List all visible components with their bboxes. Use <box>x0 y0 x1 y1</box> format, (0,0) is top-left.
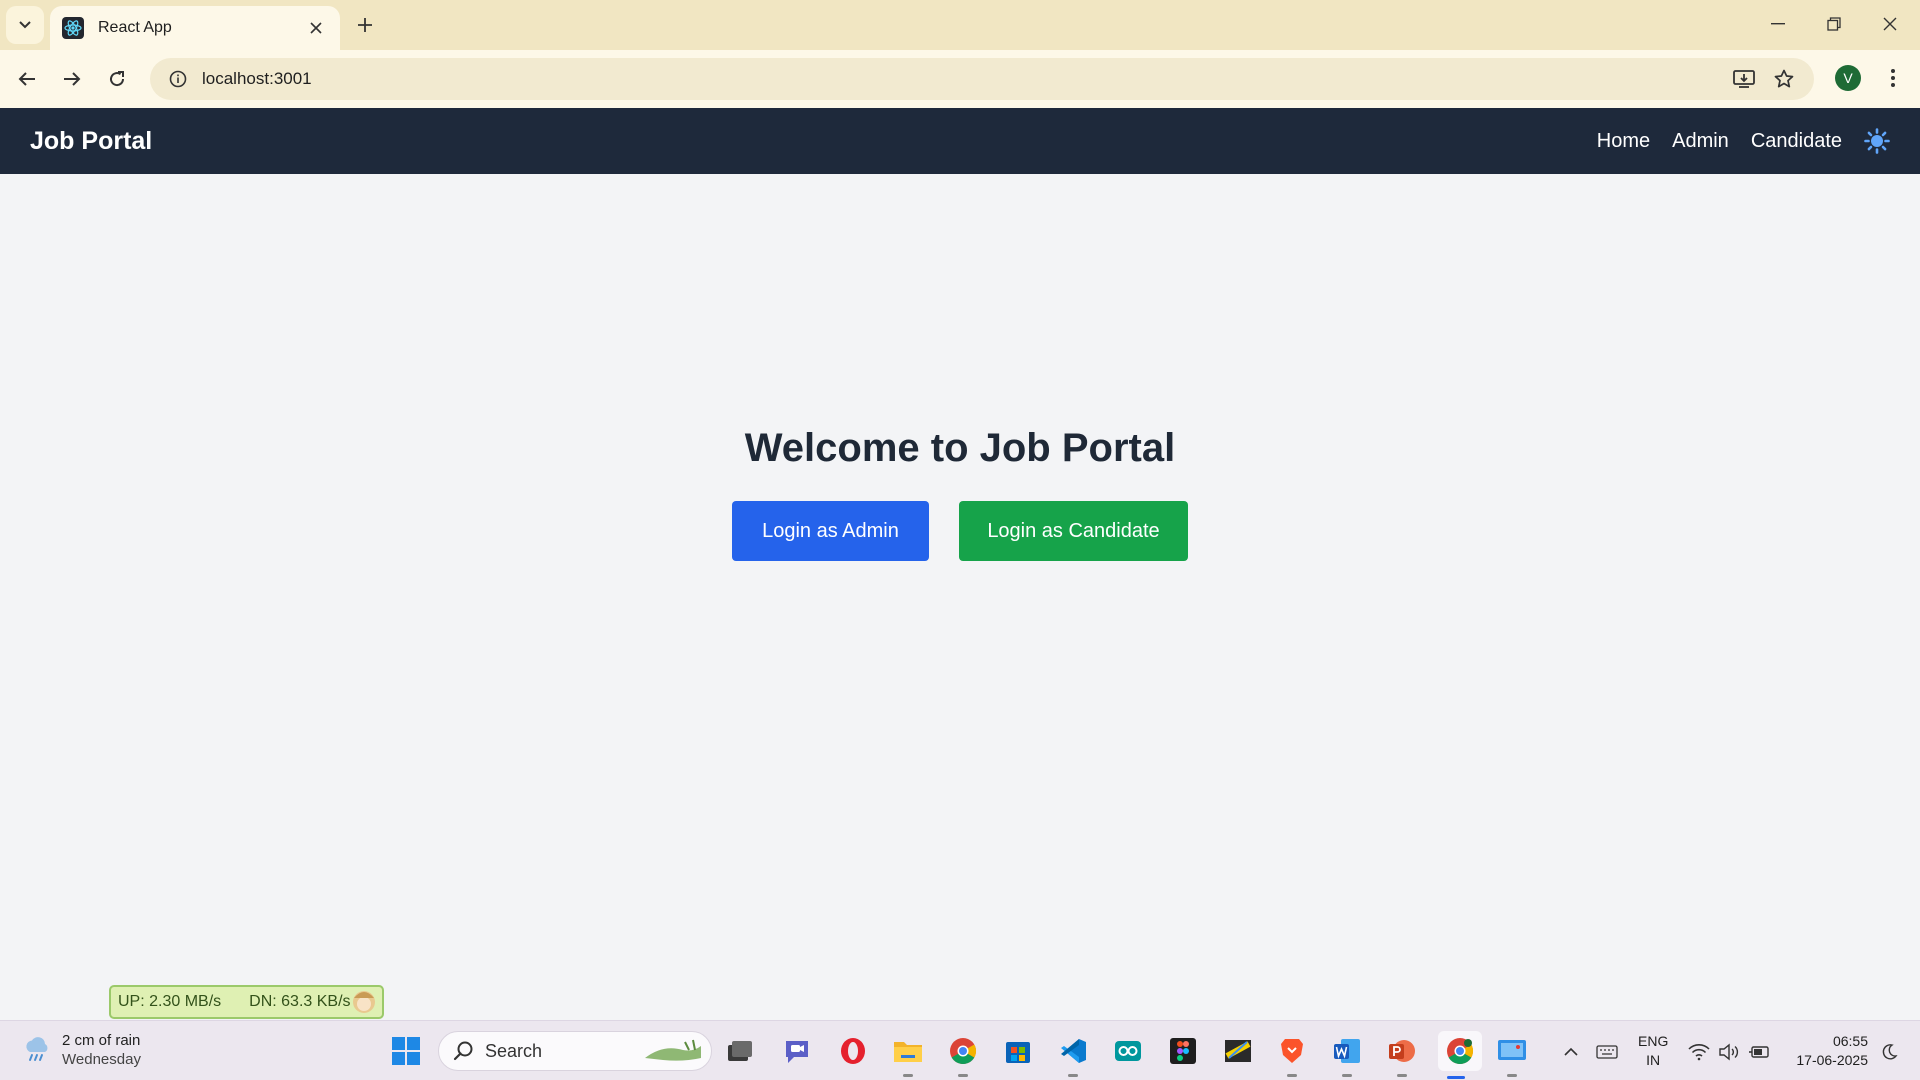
weather-widget[interactable]: 2 cm of rain Wednesday <box>22 1031 141 1069</box>
arrow-right-icon <box>64 72 81 86</box>
restore-button[interactable] <box>1814 4 1854 44</box>
language-indicator[interactable]: ENG IN <box>1638 1032 1668 1070</box>
theme-toggle-button[interactable] <box>1862 126 1892 156</box>
tab-title: React App <box>98 19 172 36</box>
arrow-left-icon <box>18 72 35 86</box>
clock-date: 17-06-2025 <box>1796 1052 1868 1068</box>
close-window-button[interactable] <box>1870 4 1910 44</box>
forward-button[interactable] <box>54 61 90 97</box>
vscode-icon[interactable] <box>1055 1033 1091 1077</box>
nav-links: Home Admin Candidate <box>1575 108 1892 174</box>
chrome-icon[interactable] <box>945 1033 981 1077</box>
word-icon[interactable] <box>1329 1033 1365 1077</box>
wifi-icon[interactable] <box>1686 1039 1712 1065</box>
login-candidate-button[interactable]: Login as Candidate <box>959 501 1188 561</box>
region-code: IN <box>1646 1052 1661 1068</box>
rain-cloud-icon <box>26 1037 48 1061</box>
windows-taskbar: 2 cm of rain Wednesday Search ENG IN 06:… <box>0 1020 1920 1080</box>
sun-icon <box>1864 128 1890 154</box>
reload-icon <box>110 71 125 87</box>
restore-icon <box>1827 17 1841 31</box>
file-explorer-icon[interactable] <box>890 1033 926 1077</box>
plus-icon <box>358 18 372 32</box>
page-title: Welcome to Job Portal <box>744 426 1176 470</box>
nav-home-link[interactable]: Home <box>1597 130 1650 153</box>
profile-initial: V <box>1843 70 1853 86</box>
search-placeholder: Search <box>485 1040 543 1061</box>
browser-tab-strip: React App <box>0 0 1920 50</box>
minimize-button[interactable] <box>1758 4 1798 44</box>
weather-day: Wednesday <box>62 1051 141 1068</box>
download-speed: DN: 63.3 KB/s <box>249 993 351 1010</box>
minimize-icon <box>1771 23 1785 25</box>
address-bar[interactable]: localhost:3001 <box>150 58 1814 100</box>
close-tab-icon[interactable] <box>304 16 328 40</box>
show-hidden-icons-button[interactable] <box>1558 1039 1584 1065</box>
windows-start-icon <box>392 1037 420 1065</box>
chevron-down-icon <box>19 21 31 29</box>
keyboard-icon[interactable] <box>1594 1039 1620 1065</box>
nav-admin-link[interactable]: Admin <box>1672 130 1729 153</box>
screen-recorder-icon[interactable] <box>1494 1033 1530 1077</box>
chevron-up-icon <box>1564 1047 1578 1056</box>
chrome-profile-icon[interactable] <box>1438 1031 1482 1079</box>
do-not-disturb-icon[interactable] <box>1876 1039 1902 1065</box>
profile-avatar[interactable]: V <box>1835 65 1861 91</box>
taskbar-search[interactable]: Search <box>438 1031 712 1071</box>
url-text[interactable]: localhost:3001 <box>202 69 1724 89</box>
weather-condition: 2 cm of rain <box>62 1032 141 1049</box>
task-view-icon[interactable] <box>722 1033 758 1069</box>
tab-search-button[interactable] <box>6 6 44 44</box>
kebab-menu-icon <box>1891 69 1895 87</box>
new-tab-button[interactable] <box>350 10 380 40</box>
powerpoint-icon[interactable] <box>1384 1033 1420 1077</box>
nav-candidate-link[interactable]: Candidate <box>1751 130 1842 153</box>
back-button[interactable] <box>9 61 45 97</box>
language-code: ENG <box>1638 1033 1669 1049</box>
search-icon <box>453 1041 473 1061</box>
search-highlight-icon <box>645 1039 701 1061</box>
store-icon[interactable] <box>1000 1033 1036 1069</box>
react-icon <box>62 17 84 39</box>
brave-icon[interactable] <box>1274 1033 1310 1077</box>
main-content: Welcome to Job Portal Login as Admin Log… <box>0 174 1920 1020</box>
bookmark-star-icon[interactable] <box>1764 59 1804 99</box>
site-info-icon[interactable] <box>156 70 200 88</box>
volume-icon[interactable] <box>1716 1039 1742 1065</box>
app-navbar: Job Portal Home Admin Candidate <box>0 108 1920 174</box>
start-button[interactable] <box>388 1033 424 1069</box>
close-icon <box>1883 17 1897 31</box>
arduino-icon[interactable] <box>1110 1033 1146 1069</box>
anime-character-icon <box>353 991 375 1013</box>
clock-time: 06:55 <box>1832 1033 1868 1049</box>
browser-menu-button[interactable] <box>1878 62 1908 94</box>
battery-icon[interactable] <box>1746 1039 1772 1065</box>
login-admin-button[interactable]: Login as Admin <box>732 501 929 561</box>
install-app-icon[interactable] <box>1724 59 1764 99</box>
browser-toolbar: localhost:3001 V <box>0 50 1920 108</box>
brand-logo-text[interactable]: Job Portal <box>30 127 152 156</box>
reload-button[interactable] <box>99 61 135 97</box>
browser-tab[interactable]: React App <box>50 6 340 50</box>
opera-icon[interactable] <box>835 1033 871 1069</box>
system-clock[interactable]: 06:55 17-06-2025 <box>1786 1032 1868 1070</box>
meet-icon[interactable] <box>779 1033 815 1069</box>
app-icon[interactable] <box>1220 1033 1256 1069</box>
figma-icon[interactable] <box>1165 1033 1201 1069</box>
upload-speed: UP: 2.30 MB/s <box>118 993 222 1010</box>
network-speed-meter[interactable]: UP: 2.30 MB/s DN: 63.3 KB/s <box>109 985 384 1019</box>
